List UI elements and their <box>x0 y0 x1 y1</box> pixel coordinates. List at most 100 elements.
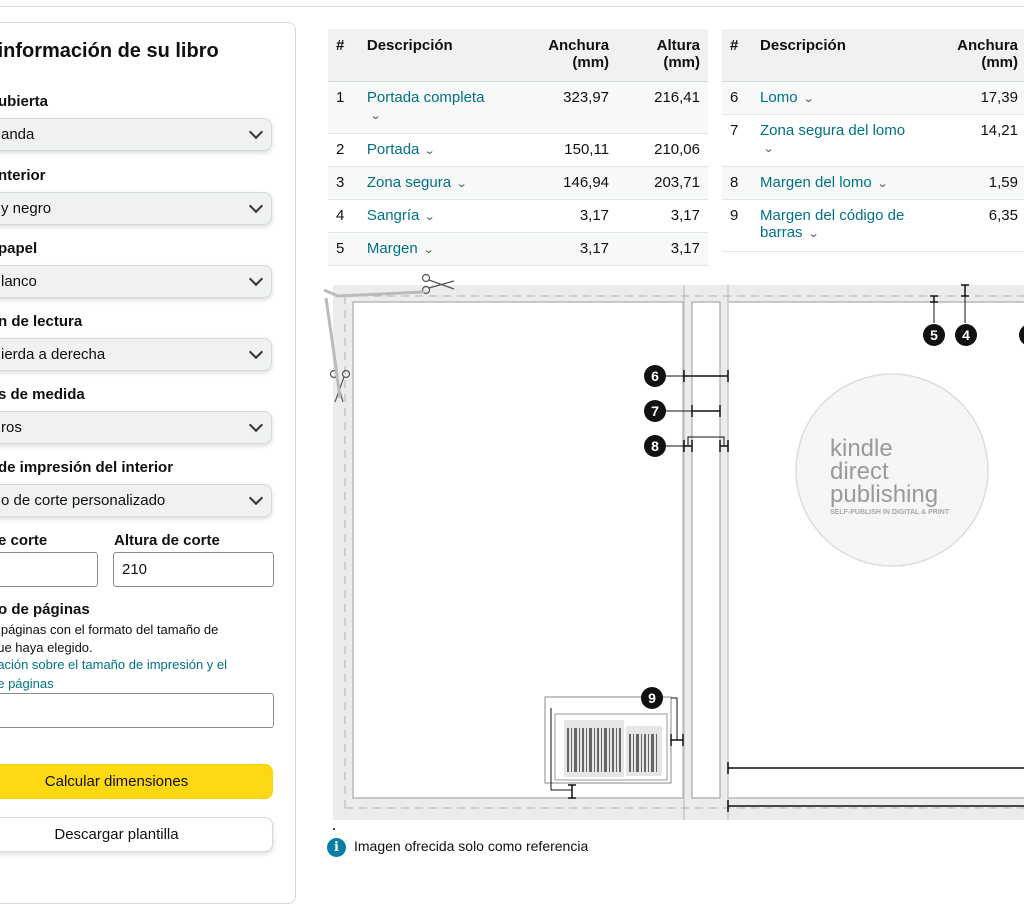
row-desc-cell: Portada ⌄ <box>358 133 516 167</box>
row-height: 216,41 <box>617 81 708 134</box>
row-num: 2 <box>328 133 359 167</box>
cover-label: ubierta <box>0 93 49 110</box>
row-desc-cell: Lomo ⌄ <box>752 81 924 115</box>
table-row[interactable]: 1 Portada completa ⌄ 323,97 216,41 <box>328 81 708 134</box>
chevron-down-icon <box>248 271 264 287</box>
download-template-button[interactable]: Descargar plantilla <box>0 817 273 852</box>
marker-5-label: 5 <box>930 327 938 343</box>
panel-title: r la información de su libro <box>0 40 219 62</box>
reading-direction-select[interactable]: ierda a derecha <box>0 338 272 371</box>
row-height: 3,17 <box>617 232 708 266</box>
row-desc-cell: Margen del lomo ⌄ <box>752 166 924 200</box>
row-width: 323,97 <box>515 81 618 134</box>
interior-select[interactable]: y negro <box>0 192 272 225</box>
chevron-down-icon[interactable]: ⌄ <box>763 142 775 155</box>
interior-label: nterior <box>0 167 46 184</box>
chevron-down-icon[interactable]: ⌄ <box>802 92 814 105</box>
calculate-dimensions-button[interactable]: Calcular dimensiones <box>0 764 273 799</box>
table-row[interactable]: 8 Margen del lomo ⌄ 1,59 <box>722 166 1024 200</box>
chevron-down-icon[interactable]: ⌄ <box>424 210 436 223</box>
trim-height-input[interactable]: 210 <box>113 552 274 587</box>
trim-width-label: e corte <box>0 532 48 549</box>
chevron-down-icon <box>248 490 264 506</box>
chevron-down-icon[interactable]: ⌄ <box>456 177 468 190</box>
table-row[interactable]: 4 Sangría ⌄ 3,17 3,17 <box>328 199 708 233</box>
units-select[interactable]: ros <box>0 411 272 444</box>
row-width: 150,11 <box>515 133 618 167</box>
paper-label: papel <box>0 240 38 257</box>
page-count-input[interactable] <box>0 693 274 728</box>
page-count-label: o de páginas <box>0 601 90 618</box>
row-num: 3 <box>328 166 359 200</box>
barcode-area <box>544 696 684 799</box>
trim-height-label: Altura de corte <box>114 532 220 549</box>
trim-width-input[interactable] <box>0 552 98 587</box>
row-num: 4 <box>328 199 359 233</box>
row-desc-cell: Portada completa ⌄ <box>358 81 516 134</box>
row-desc-link[interactable]: Margen del código de barras <box>760 207 904 241</box>
trim-size-label: de impresión del interior <box>0 459 174 476</box>
row-width: 6,35 <box>923 199 1024 252</box>
trim-info-link-line2[interactable]: de páginas <box>0 675 54 693</box>
trim-info-link-line1[interactable]: nación sobre el tamaño de impresión y el <box>0 656 227 674</box>
table-row[interactable]: 6 Lomo ⌄ 17,39 <box>722 81 1024 115</box>
row-width: 1,59 <box>923 166 1024 200</box>
dimensions-table-1: # Descripción Anchura (mm) Altura (mm) 1… <box>328 29 708 266</box>
row-height: 203,71 <box>617 166 708 200</box>
row-desc-link[interactable]: Zona segura <box>367 174 451 191</box>
row-desc-link[interactable]: Portada <box>367 141 420 158</box>
row-desc-link[interactable]: Margen del lomo <box>760 174 872 191</box>
marker-4-label: 4 <box>962 327 970 343</box>
row-width: 17,39 <box>923 81 1024 115</box>
chevron-down-icon[interactable]: ⌄ <box>424 144 436 157</box>
col-num-header: # <box>722 29 753 82</box>
chevron-down-icon[interactable]: ⌄ <box>876 177 888 190</box>
marker-9: 9 <box>641 687 663 709</box>
reading-direction-value: ierda a derecha <box>1 346 106 363</box>
paper-select[interactable]: lanco <box>0 265 272 298</box>
chevron-down-icon[interactable]: ⌄ <box>422 243 434 256</box>
row-width: 146,94 <box>515 166 618 200</box>
table-row[interactable]: 9 Margen del código de barras ⌄ 6,35 <box>722 199 1024 252</box>
info-icon: i <box>327 838 346 857</box>
kdp-logo-line3: publishing <box>830 481 938 508</box>
trim-size-select[interactable]: o de corte personalizado <box>0 484 272 517</box>
row-num: 7 <box>722 114 753 167</box>
chevron-down-icon <box>248 417 264 433</box>
row-width: 3,17 <box>515 232 618 266</box>
chevron-down-icon <box>248 198 264 214</box>
col-num-header: # <box>328 29 359 82</box>
row-width: 3,17 <box>515 199 618 233</box>
row-desc-cell: Sangría ⌄ <box>358 199 516 233</box>
marker-9-label: 9 <box>648 690 656 706</box>
col-width-header: Anchura (mm) <box>515 29 618 82</box>
page-count-hint-line1: e páginas con el formato del tamaño de <box>0 622 219 637</box>
row-height: 210,06 <box>617 133 708 167</box>
row-desc-link[interactable]: Portada completa <box>367 89 485 106</box>
row-desc-link[interactable]: Margen <box>367 240 418 257</box>
row-desc-link[interactable]: Lomo <box>760 89 798 106</box>
marker-7: 7 <box>644 400 666 422</box>
kdp-logo-tagline: SELF-PUBLISH IN DIGITAL & PRINT <box>830 509 950 516</box>
row-desc-link[interactable]: Zona segura del lomo <box>760 122 905 139</box>
marker-5: 5 <box>923 324 945 346</box>
chevron-down-icon[interactable]: ⌄ <box>807 227 819 240</box>
reference-note: i Imagen ofrecida solo como referencia <box>327 838 588 857</box>
table-row[interactable]: 2 Portada ⌄ 150,11 210,06 <box>328 133 708 167</box>
table-row[interactable]: 7 Zona segura del lomo ⌄ 14,21 <box>722 114 1024 167</box>
units-select-value: ros <box>1 419 22 436</box>
row-desc-cell: Margen del código de barras ⌄ <box>752 199 924 252</box>
row-num: 6 <box>722 81 753 115</box>
row-desc-link[interactable]: Sangría <box>367 207 420 224</box>
marker-4: 4 <box>955 324 977 346</box>
page-count-hint-line2: que haya elegido. <box>0 640 93 655</box>
dimensions-table-2: # Descripción Anchura (mm) 6 Lomo ⌄ 17,39… <box>722 29 1024 252</box>
row-num: 8 <box>722 166 753 200</box>
table-row[interactable]: 5 Margen ⌄ 3,17 3,17 <box>328 232 708 266</box>
row-height: 3,17 <box>617 199 708 233</box>
table-row[interactable]: 3 Zona segura ⌄ 146,94 203,71 <box>328 166 708 200</box>
cover-select[interactable]: anda <box>0 118 272 151</box>
col-desc-header: Descripción <box>752 29 924 82</box>
chevron-down-icon[interactable]: ⌄ <box>369 109 381 122</box>
trim-size-select-value: o de corte personalizado <box>1 492 166 509</box>
